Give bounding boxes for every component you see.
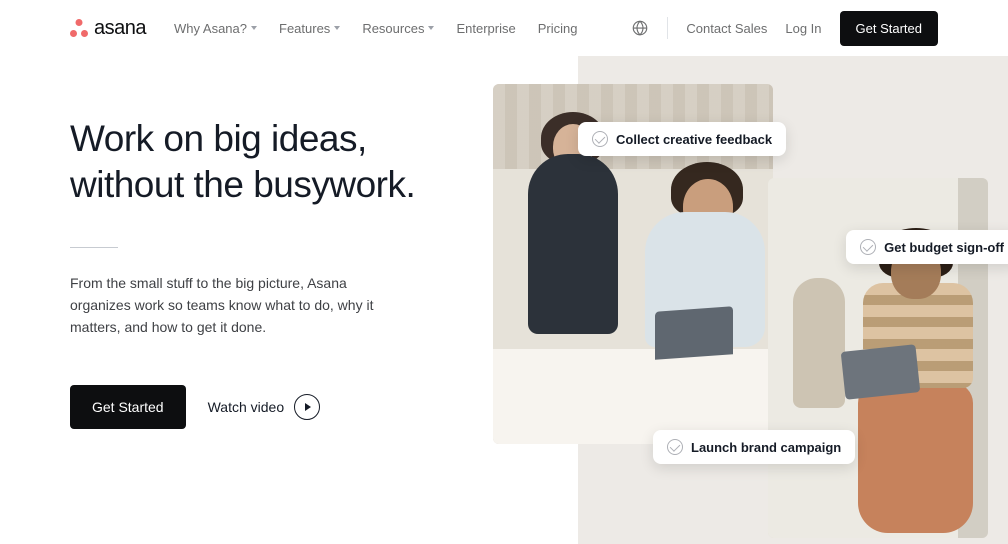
hero-content: Work on big ideas, without the busywork.… — [70, 116, 450, 429]
chevron-down-icon — [251, 26, 257, 30]
chip-label: Get budget sign-off — [884, 240, 1004, 255]
contact-sales-link[interactable]: Contact Sales — [686, 21, 767, 36]
hero-title: Work on big ideas, without the busywork. — [70, 116, 450, 209]
divider — [667, 17, 668, 39]
site-header: asana Why Asana? Features Resources Ente… — [0, 0, 1008, 56]
task-chip-campaign[interactable]: Launch brand campaign — [653, 430, 855, 464]
task-chip-budget[interactable]: Get budget sign-off — [846, 230, 1008, 264]
nav-label: Pricing — [538, 21, 578, 36]
secondary-nav: Contact Sales Log In Get Started — [631, 11, 938, 46]
brand-logo[interactable]: asana — [70, 17, 146, 40]
nav-label: Why Asana? — [174, 21, 247, 36]
chip-label: Collect creative feedback — [616, 132, 772, 147]
check-circle-icon — [592, 131, 608, 147]
hero-title-line: without the busywork. — [70, 164, 415, 205]
cta-row: Get Started Watch video — [70, 385, 450, 429]
nav-pricing[interactable]: Pricing — [538, 21, 578, 36]
chip-label: Launch brand campaign — [691, 440, 841, 455]
brand-name: asana — [94, 17, 146, 40]
watch-video-label: Watch video — [208, 399, 285, 415]
primary-nav: Why Asana? Features Resources Enterprise… — [174, 21, 631, 36]
hero-subtitle: From the small stuff to the big picture,… — [70, 272, 410, 339]
nav-label: Resources — [362, 21, 424, 36]
nav-label: Enterprise — [456, 21, 515, 36]
check-circle-icon — [667, 439, 683, 455]
play-icon — [294, 394, 320, 420]
chevron-down-icon — [428, 26, 434, 30]
hero-title-line: Work on big ideas, — [70, 118, 367, 159]
nav-enterprise[interactable]: Enterprise — [456, 21, 515, 36]
asana-logo-icon — [70, 19, 88, 37]
nav-label: Features — [279, 21, 330, 36]
login-link[interactable]: Log In — [785, 21, 821, 36]
task-chip-feedback[interactable]: Collect creative feedback — [578, 122, 786, 156]
get-started-button[interactable]: Get Started — [840, 11, 938, 46]
globe-icon[interactable] — [631, 19, 649, 37]
hero-image-collage: Collect creative feedback Get budget sig… — [488, 84, 1008, 544]
check-circle-icon — [860, 239, 876, 255]
nav-resources[interactable]: Resources — [362, 21, 434, 36]
divider — [70, 247, 118, 248]
nav-why-asana[interactable]: Why Asana? — [174, 21, 257, 36]
watch-video-button[interactable]: Watch video — [208, 394, 321, 420]
nav-features[interactable]: Features — [279, 21, 340, 36]
chevron-down-icon — [334, 26, 340, 30]
hero-get-started-button[interactable]: Get Started — [70, 385, 186, 429]
